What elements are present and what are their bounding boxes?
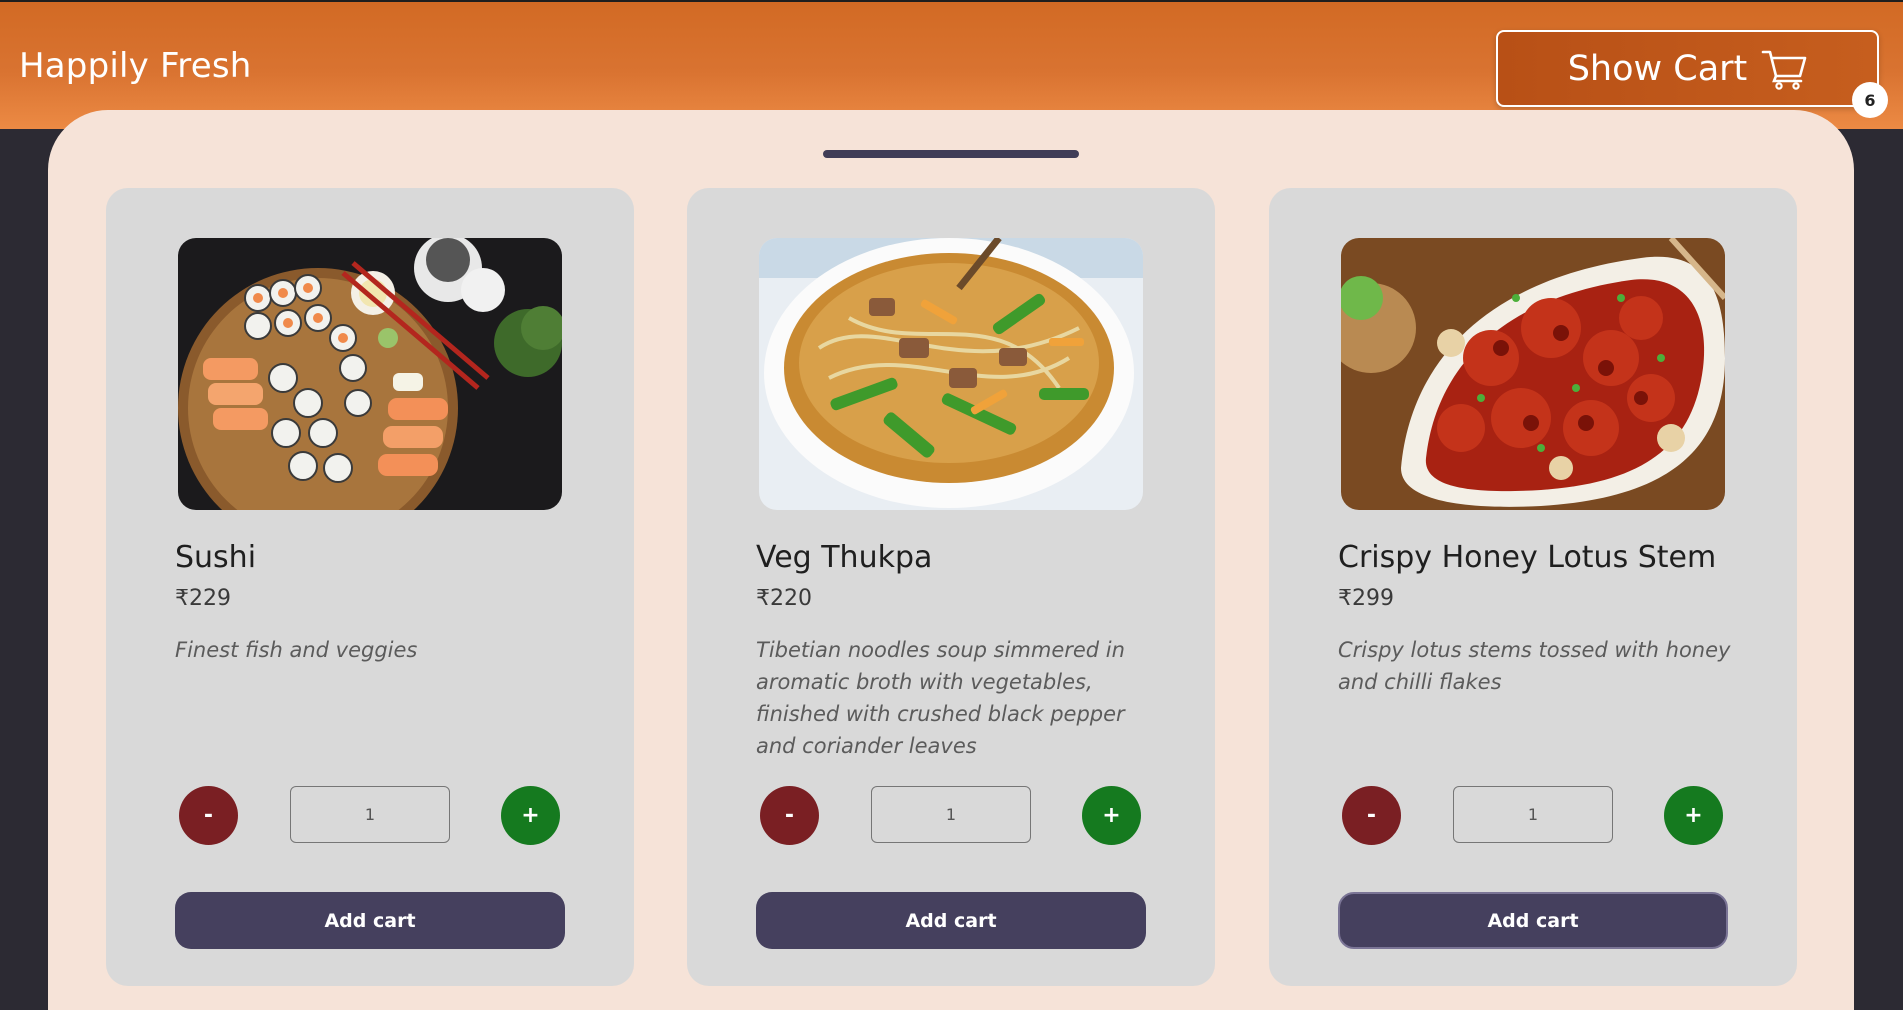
panel-drag-handle[interactable]	[823, 150, 1079, 158]
quantity-increase-button[interactable]: +	[1082, 786, 1141, 845]
product-description: Finest fish and veggies	[175, 638, 418, 662]
product-description: Tibetian noodles soup simmered in aromat…	[756, 638, 1125, 758]
quantity-input[interactable]	[1453, 786, 1613, 843]
show-cart-label: Show Cart	[1567, 48, 1748, 89]
product-image-veg-thukpa	[759, 238, 1143, 510]
quantity-input[interactable]	[871, 786, 1031, 843]
product-price: ₹299	[1338, 586, 1394, 611]
product-name: Crispy Honey Lotus Stem	[1338, 540, 1717, 575]
quantity-decrease-button[interactable]: -	[760, 786, 819, 845]
shopping-cart-icon	[1761, 48, 1807, 90]
quantity-input[interactable]	[290, 786, 450, 843]
product-description: Crispy lotus stems tossed with honey and…	[1338, 638, 1731, 694]
add-to-cart-button[interactable]: Add cart	[756, 892, 1146, 949]
cart-count-badge: 6	[1852, 82, 1888, 118]
brand-title: Happily Fresh	[19, 46, 252, 86]
quantity-decrease-button[interactable]: -	[1342, 786, 1401, 845]
product-image-crispy-honey-lotus-stem	[1341, 238, 1725, 510]
add-to-cart-button[interactable]: Add cart	[1338, 892, 1728, 949]
product-name: Sushi	[175, 540, 257, 575]
product-name: Veg Thukpa	[756, 540, 933, 575]
add-to-cart-button[interactable]: Add cart	[175, 892, 565, 949]
product-card-veg-thukpa: Veg Thukpa ₹220 Tibetian noodles soup si…	[687, 188, 1215, 986]
product-card-crispy-honey-lotus-stem: Crispy Honey Lotus Stem ₹299 Crispy lotu…	[1269, 188, 1797, 986]
quantity-increase-button[interactable]: +	[501, 786, 560, 845]
quantity-increase-button[interactable]: +	[1664, 786, 1723, 845]
product-image-sushi	[178, 238, 562, 510]
product-price: ₹220	[756, 586, 812, 611]
product-price: ₹229	[175, 586, 231, 611]
quantity-decrease-button[interactable]: -	[179, 786, 238, 845]
show-cart-button[interactable]: Show Cart	[1496, 30, 1879, 107]
product-card-sushi: Sushi ₹229 Finest fish and veggies - + A…	[106, 188, 634, 986]
